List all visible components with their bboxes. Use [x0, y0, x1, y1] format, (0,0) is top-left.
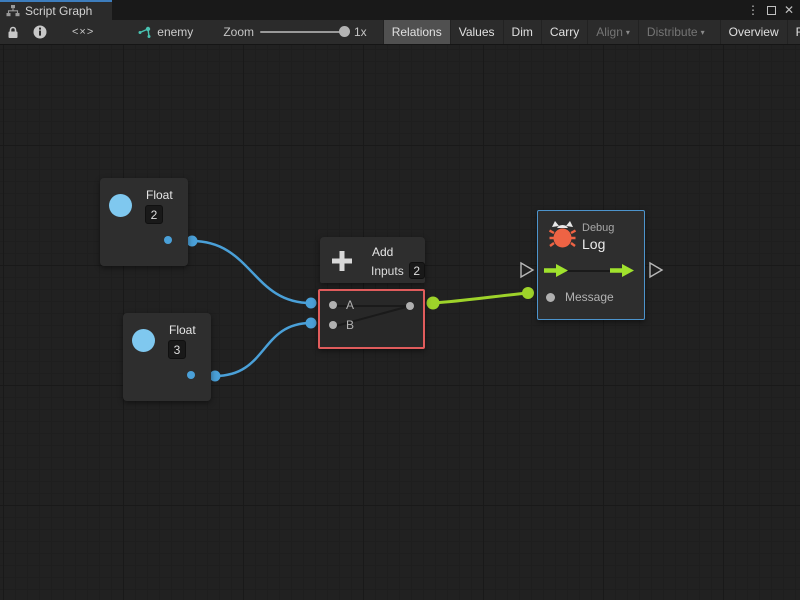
distribute-dropdown[interactable]: Distribute ▾	[638, 20, 713, 44]
wire-endpoint-dot[interactable]	[306, 298, 317, 309]
graph-toolbar: <×> enemy Zoom 1x Relations	[0, 20, 800, 45]
flow-input-arrow-icon[interactable]	[544, 264, 568, 277]
node-add-ports-selected[interactable]: A B	[318, 289, 425, 349]
chevron-down-icon: ▾	[626, 28, 630, 37]
menu-icon[interactable]: ⋮	[747, 0, 759, 20]
message-label: Message	[565, 290, 614, 304]
close-icon[interactable]: ✕	[784, 0, 794, 20]
float-output-port[interactable]	[187, 371, 195, 379]
node-add[interactable]: Add Inputs 2	[320, 237, 425, 283]
zoom-slider[interactable]	[260, 31, 348, 33]
values-button[interactable]: Values	[450, 20, 503, 44]
node-title: Float	[169, 323, 196, 337]
wire-endpoint-dot[interactable]	[210, 371, 221, 382]
node-debug-log[interactable]: Debug Log Message	[537, 210, 645, 320]
script-graph-icon	[6, 5, 20, 17]
node-float-2[interactable]: Float 2	[100, 178, 188, 266]
zoom-value: 1x	[354, 25, 367, 39]
maximize-icon[interactable]	[767, 6, 776, 15]
dim-button[interactable]: Dim	[503, 20, 541, 44]
port-label-b: B	[346, 318, 354, 332]
wire-add-to-message[interactable]	[433, 293, 528, 303]
info-button[interactable]	[26, 20, 54, 44]
float-value-field[interactable]: 3	[168, 340, 186, 359]
graph-name: enemy	[157, 25, 193, 39]
add-inputs-control: Inputs 2	[371, 262, 425, 279]
input-port-a[interactable]	[329, 301, 337, 309]
inputs-label: Inputs	[371, 264, 404, 278]
toolbar-buttons: Relations Values Dim Carry Align ▾ Distr…	[383, 20, 800, 44]
flow-output-triangle[interactable]	[650, 263, 662, 277]
code-icon: <×>	[72, 26, 94, 38]
float-value-icon	[109, 194, 132, 217]
tab-bar: Script Graph ⋮ ✕	[0, 0, 800, 20]
overview-button[interactable]: Overview	[720, 20, 787, 44]
toolbar-gap	[713, 20, 720, 44]
graph-asset-icon	[138, 26, 152, 39]
wire-endpoint-dot[interactable]	[522, 287, 534, 299]
message-input-port[interactable]	[546, 293, 555, 302]
wire-endpoint-dot[interactable]	[187, 236, 198, 247]
lock-button[interactable]	[0, 20, 26, 44]
wire-endpoint-dot[interactable]	[427, 297, 440, 310]
script-graph-window: Script Graph ⋮ ✕ <×>	[0, 0, 800, 600]
graph-breadcrumb[interactable]: enemy	[112, 20, 203, 44]
wire-float3-to-b[interactable]	[215, 323, 311, 376]
debug-bug-icon	[549, 220, 576, 249]
add-output-port[interactable]	[406, 302, 414, 310]
tab-script-graph[interactable]: Script Graph	[0, 0, 112, 20]
node-title: Float	[146, 188, 173, 202]
inputs-count-field[interactable]: 2	[409, 262, 425, 279]
align-dropdown[interactable]: Align ▾	[587, 20, 638, 44]
plus-icon	[330, 249, 354, 273]
full-screen-button[interactable]: Full Screen	[787, 20, 800, 44]
zoom-label: Zoom	[223, 25, 254, 39]
zoom-slider-handle[interactable]	[339, 26, 350, 37]
lock-icon	[7, 26, 19, 39]
wire-float2-to-a[interactable]	[192, 241, 311, 303]
relations-button[interactable]: Relations	[383, 20, 450, 44]
node-category: Debug	[582, 222, 614, 234]
message-port-row: Message	[546, 290, 614, 304]
carry-button[interactable]: Carry	[541, 20, 587, 44]
flow-internal-link	[567, 270, 613, 272]
float-value-icon	[132, 329, 155, 352]
wire-endpoint-dot[interactable]	[306, 318, 317, 329]
port-row-a: A	[329, 298, 354, 312]
tab-label: Script Graph	[25, 4, 92, 18]
chevron-down-icon: ▾	[701, 28, 705, 37]
window-controls: ⋮ ✕	[747, 0, 798, 20]
zoom-control: Zoom 1x	[203, 20, 374, 44]
node-title: Add	[372, 245, 393, 259]
code-view-button[interactable]: <×>	[54, 20, 112, 44]
port-row-b: B	[329, 318, 354, 332]
flow-input-triangle[interactable]	[521, 263, 533, 277]
input-port-b[interactable]	[329, 321, 337, 329]
node-float-3[interactable]: Float 3	[123, 313, 211, 401]
float-output-port[interactable]	[164, 236, 172, 244]
port-label-a: A	[346, 298, 354, 312]
info-icon	[33, 25, 47, 39]
node-title: Log	[582, 236, 605, 252]
flow-output-arrow-icon[interactable]	[610, 264, 634, 277]
float-value-field[interactable]: 2	[145, 205, 163, 224]
